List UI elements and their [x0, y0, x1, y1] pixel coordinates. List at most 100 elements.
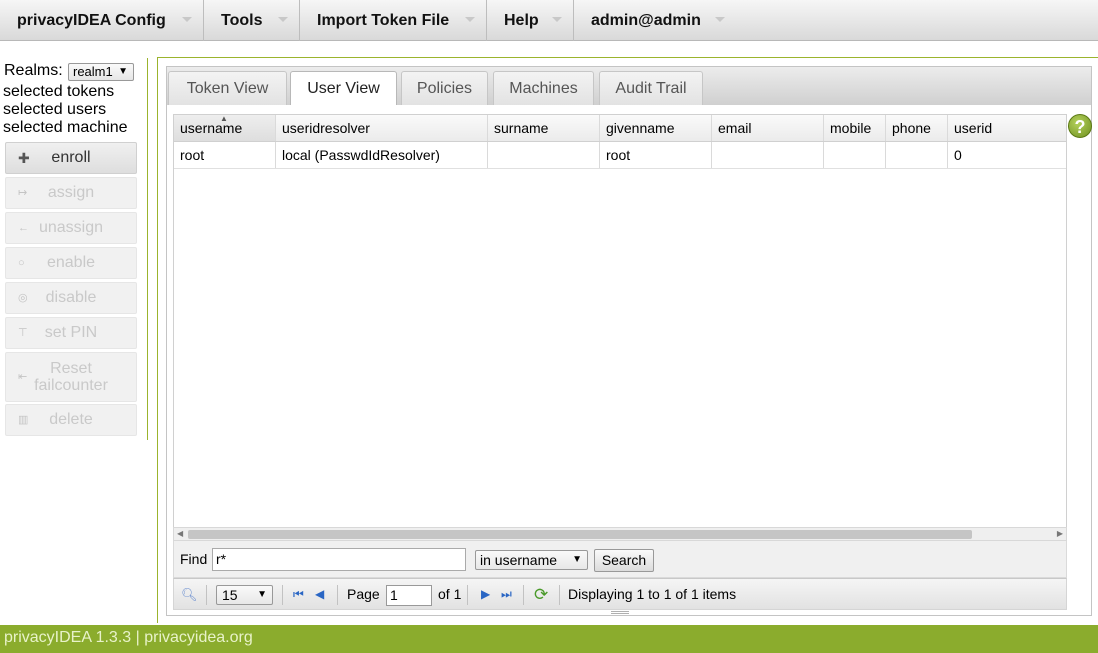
column-mobile-label: mobile [830, 120, 872, 136]
refresh-icon[interactable]: ⟳ [534, 579, 548, 610]
search-button-label: Search [601, 552, 647, 568]
column-email-label: email [718, 120, 752, 136]
pager-separator [523, 585, 524, 605]
tab-user-view-label: User View [307, 80, 380, 97]
horizontal-scrollbar[interactable]: ◀ ▶ [173, 527, 1067, 541]
chevron-down-icon [278, 17, 288, 22]
selected-users-label: selected users [3, 101, 107, 118]
menu-privacyidea-config[interactable]: privacyIDEA Config [0, 0, 204, 41]
unassign-button[interactable]: ← unassign [5, 212, 137, 244]
column-useridresolver[interactable]: useridresolver [276, 115, 488, 141]
plus-icon: ✚ [18, 150, 30, 166]
sidebar-divider [147, 58, 148, 440]
enroll-button[interactable]: ✚ enroll [5, 142, 137, 174]
help-icon[interactable]: ? [1068, 114, 1092, 138]
scrollbar-thumb[interactable] [188, 530, 972, 539]
menu-import-token-file[interactable]: Import Token File [300, 0, 487, 41]
cell-givenname: root [600, 142, 712, 168]
find-label: Find [180, 551, 208, 567]
pager-separator [337, 585, 338, 605]
column-username-label: username [180, 120, 243, 136]
disable-button[interactable]: ◎ disable [5, 282, 137, 314]
magnifier-icon[interactable]: 🔍︎ [181, 579, 198, 610]
column-userid[interactable]: userid [948, 115, 1066, 141]
column-email[interactable]: email [712, 115, 824, 141]
page-label: Page [347, 586, 380, 602]
realm-select[interactable]: realm1 ▼ [68, 63, 134, 81]
dot-circle-icon: ◎ [18, 292, 28, 304]
selected-tokens-label: selected tokens [3, 83, 115, 100]
tab-machines-label: Machines [509, 80, 578, 97]
cell-username: root [174, 142, 276, 168]
page-of-label: of 1 [438, 586, 462, 602]
chevron-down-icon [552, 17, 562, 22]
find-field-value: in username [480, 552, 558, 568]
find-bar: Find r* in username ▼ Search [173, 541, 1067, 578]
column-mobile[interactable]: mobile [824, 115, 886, 141]
reset-failcounter-button[interactable]: ⇤ Reset failcounter [5, 352, 137, 402]
reset-label-line1: Reset [50, 360, 92, 377]
column-givenname-label: givenname [606, 120, 675, 136]
assign-button[interactable]: ↦ assign [5, 177, 137, 209]
tab-audit-trail-label: Audit Trail [615, 80, 687, 97]
circle-icon: ○ [18, 257, 25, 269]
prev-page-icon[interactable]: ◀ [315, 579, 324, 610]
first-page-icon[interactable]: ⏮ [293, 579, 304, 610]
search-button[interactable]: Search [594, 549, 654, 572]
resize-grip-icon[interactable] [611, 611, 629, 614]
cell-phone [886, 142, 948, 168]
dropdown-arrow-icon: ▼ [257, 589, 267, 600]
menu-config-label: privacyIDEA Config [17, 12, 166, 29]
tab-audit-trail[interactable]: Audit Trail [599, 71, 703, 106]
menu-help-label: Help [504, 12, 539, 29]
pin-icon: ⊤ [18, 327, 28, 339]
pager-separator [467, 585, 468, 605]
pager-bar: 🔍︎ 15 ▼ ⏮ ◀ Page 1 of 1 ▶ ⏭ ⟳ Displaying… [173, 578, 1067, 610]
per-page-select[interactable]: 15 ▼ [216, 585, 273, 605]
menu-user[interactable]: admin@admin [574, 0, 734, 41]
chevron-down-icon [715, 17, 725, 22]
assign-label: assign [47, 184, 95, 201]
page-number-value: 1 [390, 587, 398, 603]
menu-import-label: Import Token File [317, 12, 450, 29]
menu-tools[interactable]: Tools [204, 0, 300, 41]
enable-button[interactable]: ○ enable [5, 247, 137, 279]
delete-button[interactable]: ▥ delete [5, 404, 137, 436]
column-surname-label: surname [494, 120, 549, 136]
chevron-down-icon [465, 17, 475, 22]
find-field-select[interactable]: in username ▼ [475, 550, 588, 570]
cell-useridresolver: local (PasswdIdResolver) [276, 142, 488, 168]
chevron-down-icon [182, 17, 192, 22]
tab-policies[interactable]: Policies [401, 71, 488, 106]
table-row[interactable]: root local (PasswdIdResolver) root 0 [174, 142, 1066, 169]
page-number-input[interactable]: 1 [386, 585, 432, 606]
column-givenname[interactable]: givenname [600, 115, 712, 141]
unlink-icon: ← [18, 222, 29, 234]
menu-user-label: admin@admin [591, 12, 701, 29]
find-input-value: r* [216, 551, 227, 567]
per-page-value: 15 [222, 587, 238, 603]
last-page-icon[interactable]: ⏭ [501, 579, 512, 610]
next-page-icon[interactable]: ▶ [481, 579, 490, 610]
tab-token-view[interactable]: Token View [168, 71, 287, 106]
column-surname[interactable]: surname [488, 115, 600, 141]
column-phone[interactable]: phone [886, 115, 948, 141]
pager-separator [282, 585, 283, 605]
pager-separator [206, 585, 207, 605]
tab-machines[interactable]: Machines [493, 71, 594, 106]
set-pin-label: set PIN [44, 324, 98, 341]
reset-label-line2: failcounter [34, 377, 108, 394]
set-pin-button[interactable]: ⊤ set PIN [5, 317, 137, 349]
find-input[interactable]: r* [212, 548, 466, 571]
cell-userid: 0 [954, 147, 962, 163]
tab-policies-label: Policies [416, 80, 473, 97]
tab-user-view[interactable]: User View [290, 71, 397, 107]
realms-label: Realms: [4, 62, 63, 79]
scroll-right-icon[interactable]: ▶ [1057, 528, 1063, 540]
selected-machine-label: selected machine [3, 119, 128, 136]
menu-help[interactable]: Help [487, 0, 574, 41]
scroll-left-icon[interactable]: ◀ [177, 528, 183, 540]
column-username[interactable]: ▲ username [174, 115, 276, 141]
cell-mobile [824, 142, 886, 168]
grid-header: ▲ username useridresolver surname givenn… [174, 115, 1066, 142]
